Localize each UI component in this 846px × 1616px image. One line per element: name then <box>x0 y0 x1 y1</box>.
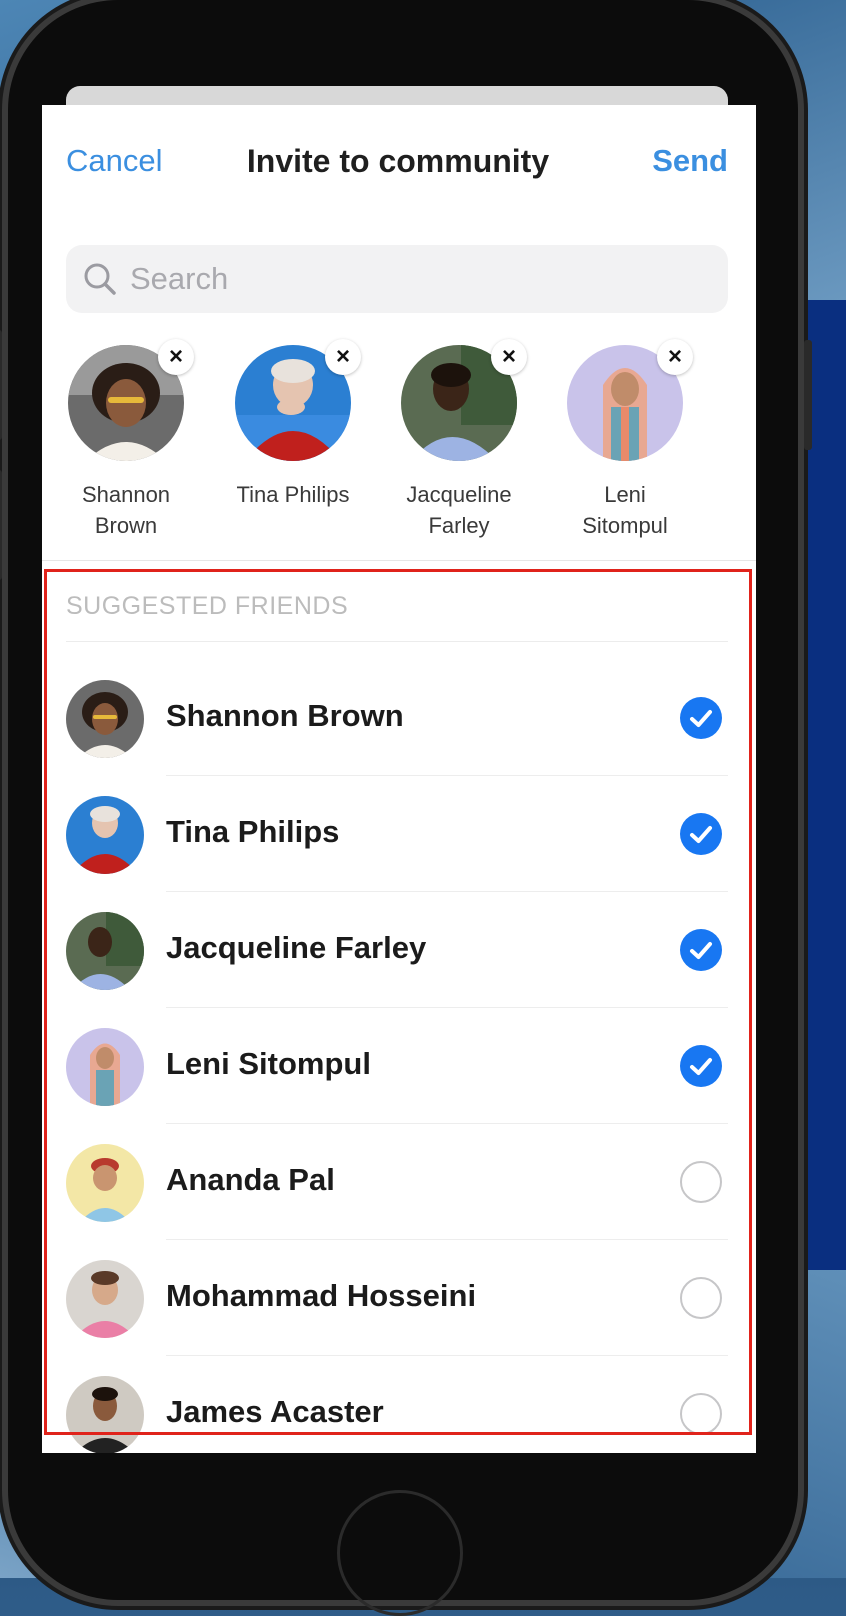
checkbox-unchecked[interactable] <box>680 1393 722 1435</box>
search-icon <box>84 263 116 295</box>
divider <box>42 560 756 561</box>
remove-button[interactable]: × <box>657 339 693 375</box>
friend-name: Tina Philips <box>166 814 340 849</box>
list-item[interactable]: Mohammad Hosseini <box>42 1240 756 1356</box>
search-input[interactable] <box>128 260 692 298</box>
friend-name: James Acaster <box>166 1394 384 1429</box>
avatar <box>66 796 144 874</box>
list-item[interactable]: Leni Sitompul <box>42 1008 756 1124</box>
name-line: Brown <box>94 513 158 538</box>
checkmark-icon <box>690 826 712 843</box>
friend-name: Shannon Brown <box>166 698 404 733</box>
page-title-text: Invite to community <box>246 143 550 179</box>
selected-people: × Shannon Brown × Tina Philips × Jacquel… <box>42 339 756 545</box>
page-title: Invite to community <box>42 143 756 180</box>
checkbox-checked[interactable] <box>680 813 722 855</box>
avatar: × <box>401 339 527 461</box>
volume-up-button <box>0 330 2 440</box>
selected-person[interactable]: × Jacqueline Farley <box>379 339 539 541</box>
volume-down-button <box>0 470 2 580</box>
selected-person-name: Jacqueline Farley <box>379 479 539 541</box>
home-button[interactable] <box>337 1490 463 1616</box>
checkmark-icon <box>690 710 712 727</box>
avatar: × <box>235 339 361 461</box>
list-item[interactable]: Ananda Pal <box>42 1124 756 1240</box>
checkbox-checked[interactable] <box>680 1045 722 1087</box>
avatar <box>66 1260 144 1338</box>
friend-name: Ananda Pal <box>166 1162 335 1197</box>
invite-sheet: Cancel Invite to community Send Search ×… <box>42 105 756 1453</box>
list-item[interactable]: Tina Philips <box>42 776 756 892</box>
name-line: Tina Philips <box>236 482 350 507</box>
remove-button[interactable]: × <box>491 339 527 375</box>
send-button[interactable]: Send <box>652 143 728 179</box>
divider <box>66 641 728 642</box>
checkmark-icon <box>690 942 712 959</box>
checkbox-checked[interactable] <box>680 929 722 971</box>
list-item[interactable]: Jacqueline Farley <box>42 892 756 1008</box>
name-line: Sitompul <box>582 513 668 538</box>
remove-button[interactable]: × <box>158 339 194 375</box>
checkmark-icon <box>690 1058 712 1075</box>
power-button <box>804 340 812 450</box>
search-bar[interactable] <box>66 245 728 313</box>
name-line: Farley <box>428 513 490 538</box>
selected-person[interactable]: × Leni Sitompul <box>545 339 705 541</box>
avatar <box>66 1144 144 1222</box>
friend-name: Leni Sitompul <box>166 1046 371 1081</box>
friend-name: Mohammad Hosseini <box>166 1278 477 1313</box>
name-line: Jacqueline <box>406 482 512 507</box>
avatar <box>66 912 144 990</box>
selected-person[interactable]: × Tina Philips <box>213 339 373 510</box>
checkbox-checked[interactable] <box>680 697 722 739</box>
selected-person-name: Shannon Brown <box>46 479 206 541</box>
remove-button[interactable]: × <box>325 339 361 375</box>
avatar <box>66 1028 144 1106</box>
avatar: × <box>567 339 693 461</box>
section-heading: SUGGESTED FRIENDS <box>66 592 349 620</box>
sheet-header: Cancel Invite to community Send <box>42 105 756 215</box>
list-item[interactable]: Shannon Brown <box>42 660 756 776</box>
selected-person[interactable]: × Shannon Brown <box>46 339 206 541</box>
checkbox-unchecked[interactable] <box>680 1161 722 1203</box>
name-line: Shannon <box>81 482 171 507</box>
avatar <box>66 1376 144 1453</box>
name-line: Leni <box>604 482 646 507</box>
checkbox-unchecked[interactable] <box>680 1277 722 1319</box>
friend-name: Jacqueline Farley <box>166 930 427 965</box>
avatar: × <box>68 339 194 461</box>
avatar <box>66 680 144 758</box>
selected-person-name: Tina Philips <box>213 479 373 510</box>
list-item[interactable]: James Acaster <box>42 1356 756 1453</box>
selected-person-name: Leni Sitompul <box>545 479 705 541</box>
